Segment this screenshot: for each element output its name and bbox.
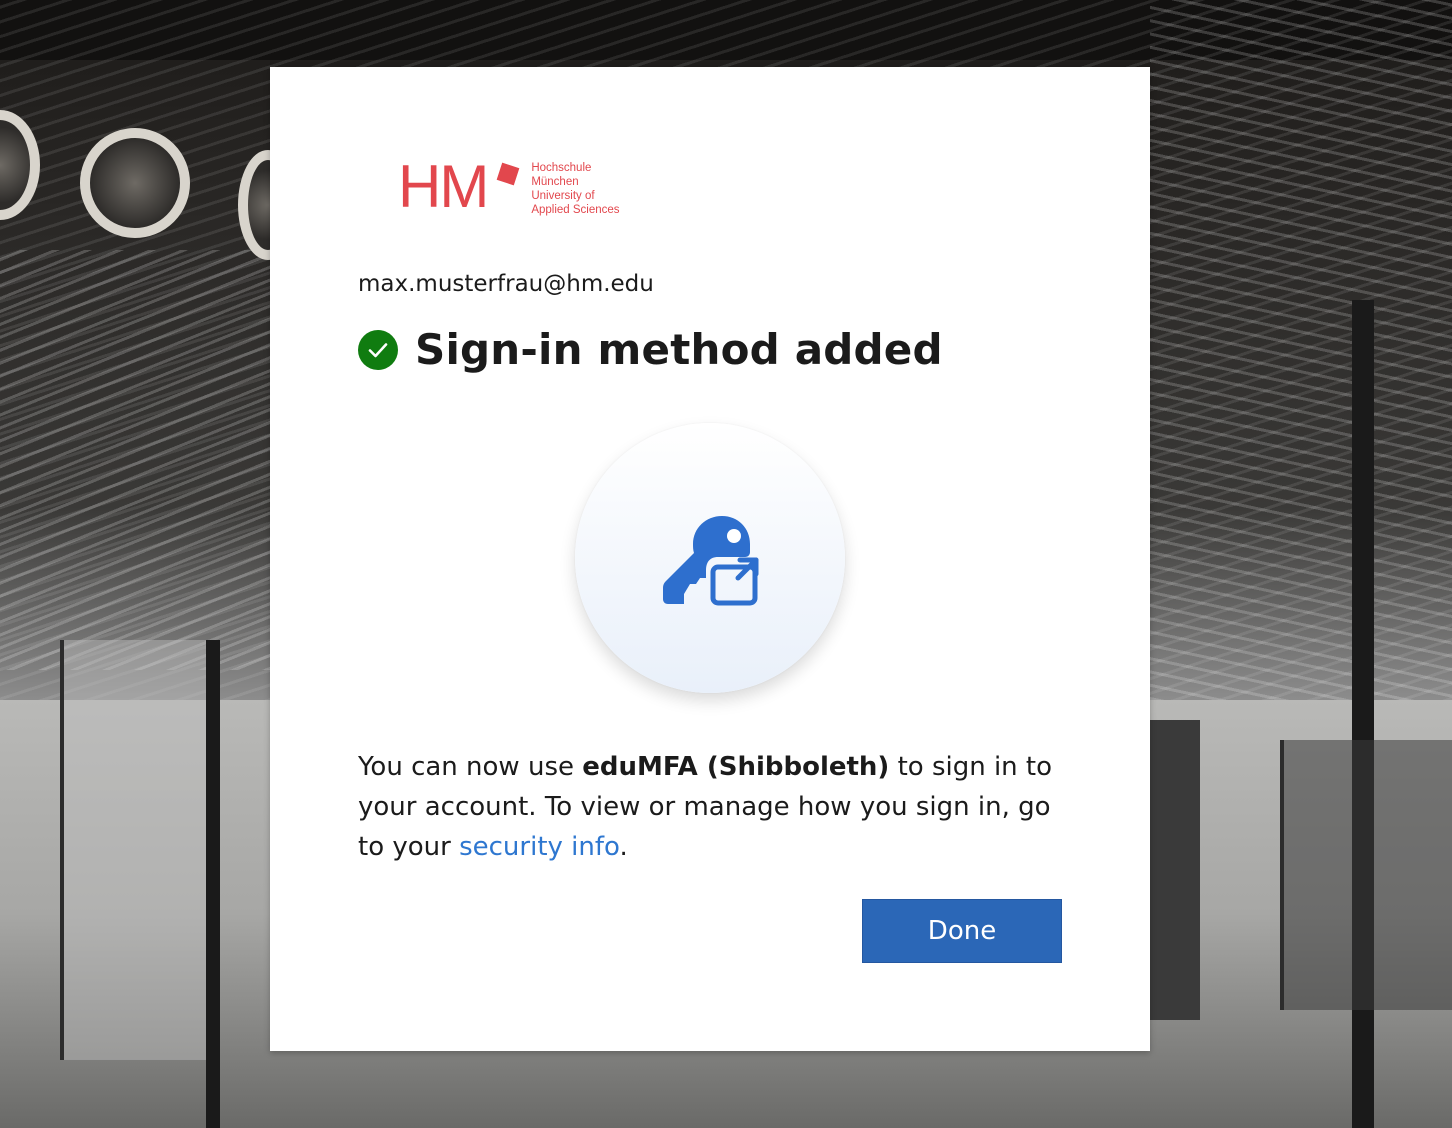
sign-in-method-dialog: HM Hochschule München University of Appl… xyxy=(270,67,1150,1051)
message-suffix: . xyxy=(619,832,628,862)
logo-square-icon xyxy=(496,162,520,186)
background-porthole xyxy=(80,128,190,238)
security-info-link[interactable]: security info xyxy=(459,832,619,862)
logo-line: University of xyxy=(531,190,595,202)
background-glass-panel xyxy=(60,640,214,1060)
background-left-slats xyxy=(0,250,270,670)
logo-mark: HM xyxy=(398,153,489,220)
background-right-slats xyxy=(1150,0,1452,700)
hm-logo: HM Hochschule München University of Appl… xyxy=(398,157,620,217)
method-illustration xyxy=(575,423,845,693)
background-wall-segment xyxy=(1150,720,1200,1020)
method-name: eduMFA (Shibboleth) xyxy=(582,752,890,782)
check-circle-icon xyxy=(358,329,398,370)
user-email: max.musterfrau@hm.edu xyxy=(358,271,654,297)
background-pillar xyxy=(206,640,220,1128)
logo-line: München xyxy=(531,176,579,188)
logo-line: Hochschule xyxy=(531,162,592,174)
logo-text: Hochschule München University of Applied… xyxy=(531,161,619,217)
background-glass-panel xyxy=(1280,740,1452,1010)
title-row: Sign-in method added xyxy=(358,325,943,374)
done-button[interactable]: Done xyxy=(862,899,1062,963)
key-external-link-icon xyxy=(663,516,759,606)
confirmation-message: You can now use eduMFA (Shibboleth) to s… xyxy=(358,747,1078,867)
message-prefix: You can now use xyxy=(358,752,583,782)
page-title: Sign-in method added xyxy=(415,325,943,374)
logo-line: Applied Sciences xyxy=(531,204,620,216)
